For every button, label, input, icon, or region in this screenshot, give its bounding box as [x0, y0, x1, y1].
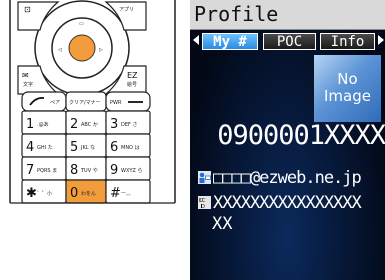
id-row: ICC ID XXXXXXXXXXXXXXXX — [198, 193, 362, 213]
iccid-icon: ICC ID — [198, 196, 211, 209]
key-sub-label: WXYZ ら — [121, 168, 142, 174]
key-number: 3 — [110, 117, 118, 132]
no-image-line2: Image — [324, 87, 371, 105]
ez-sub-label: 絵号 — [127, 81, 137, 88]
key-sub-label: わをん — [81, 190, 96, 197]
key-6[interactable]: 6 MNO は — [105, 133, 151, 158]
email-row: □□□□@ezweb.ne.jp — [198, 168, 362, 188]
tab-left-arrow-icon[interactable] — [193, 35, 199, 45]
key-4[interactable]: 4 GHI た — [21, 133, 67, 158]
mail-address-icon — [198, 171, 211, 184]
key-8[interactable]: 8 TUV や — [65, 156, 107, 181]
call-key[interactable]: ペア — [21, 91, 67, 112]
appli-label: アプリ — [119, 7, 134, 13]
key-number: 8 — [70, 163, 78, 178]
key-9[interactable]: 9 WXYZ ら — [105, 156, 151, 181]
key-sub-label: ABC か — [81, 121, 98, 128]
key-sub-label: ゛゜小 — [37, 190, 52, 197]
key-1[interactable]: 1 .@あ — [21, 110, 67, 135]
key-number: 5 — [70, 140, 78, 155]
id-value-line1: XXXXXXXXXXXXXXXX — [213, 193, 362, 213]
tab-my-number[interactable]: My # — [202, 33, 258, 50]
svg-text:ペア: ペア — [50, 100, 60, 106]
screen-title: Profile — [194, 2, 279, 26]
tab-info[interactable]: Info — [320, 33, 375, 50]
key-number: 2 — [70, 117, 78, 132]
book-icon: ⊡ — [24, 5, 31, 14]
power-key[interactable]: PWR — [105, 91, 151, 112]
clear-manner-key[interactable]: クリア/マナー — [65, 91, 107, 112]
key-number: ✱ — [26, 186, 37, 201]
key-sub-label: PQRS ま — [37, 168, 57, 174]
nav-left-marker: ◁ — [58, 47, 62, 53]
nav-right-marker: ▷ — [99, 47, 103, 53]
mail-icon: ✉ — [22, 71, 29, 80]
title-bar: Profile — [190, 0, 385, 30]
key-hash[interactable]: # ー、。 — [105, 179, 151, 204]
key-sub-label: TUV や — [80, 167, 98, 174]
no-image-line1: No — [337, 70, 358, 88]
key-sub-label: JKL な — [80, 144, 95, 151]
key-number: 6 — [110, 140, 118, 155]
key-number: 4 — [26, 140, 34, 155]
key-3[interactable]: 3 DEF さ — [105, 110, 151, 135]
key-number: 0 — [70, 186, 78, 201]
tab-poc[interactable]: POC — [263, 33, 316, 50]
key-sub-label: MNO は — [121, 145, 140, 151]
ez-label: EZ — [127, 71, 138, 80]
center-select-button[interactable] — [68, 34, 96, 62]
key-sub-label: .@あ — [37, 122, 49, 128]
tab-bar: My # POC Info — [190, 31, 385, 53]
svg-text:PWR: PWR — [110, 100, 122, 106]
profile-image-placeholder[interactable]: No Image — [314, 55, 381, 122]
key-star[interactable]: ✱ ゛゜小 — [21, 179, 67, 204]
key-number: 9 — [110, 163, 118, 178]
key-2[interactable]: 2 ABC か — [65, 110, 107, 135]
key-sub-label: ー、。 — [121, 191, 133, 197]
key-number: 1 — [26, 117, 34, 132]
phone-number: 0900001XXXX — [217, 120, 385, 151]
key-number: # — [110, 186, 121, 201]
key-number: 7 — [26, 163, 34, 178]
tab-right-arrow-icon[interactable] — [378, 35, 384, 45]
key-0[interactable]: 0 わをん — [65, 179, 107, 204]
svg-text:クリア/マナー: クリア/マナー — [69, 100, 101, 106]
phone-screen: Profile My # POC Info No Image 0900001XX… — [190, 0, 385, 280]
email-address: □□□□@ezweb.ne.jp — [213, 168, 362, 188]
key-7[interactable]: 7 PQRS ま — [21, 156, 67, 181]
mail-sub-label: 文字 — [23, 81, 33, 88]
key-sub-label: DEF さ — [121, 121, 137, 128]
key-5[interactable]: 5 JKL な — [65, 133, 107, 158]
key-sub-label: GHI た — [37, 145, 53, 151]
id-value-line2: XX — [212, 214, 233, 234]
phone-keypad: ▭ ◁ ▷ ⊡ アプリ ✉ 文字 EZ 絵号 ペア クリア/マナー PWR 1.… — [0, 0, 190, 280]
nav-up-marker: ▭ — [79, 21, 84, 27]
